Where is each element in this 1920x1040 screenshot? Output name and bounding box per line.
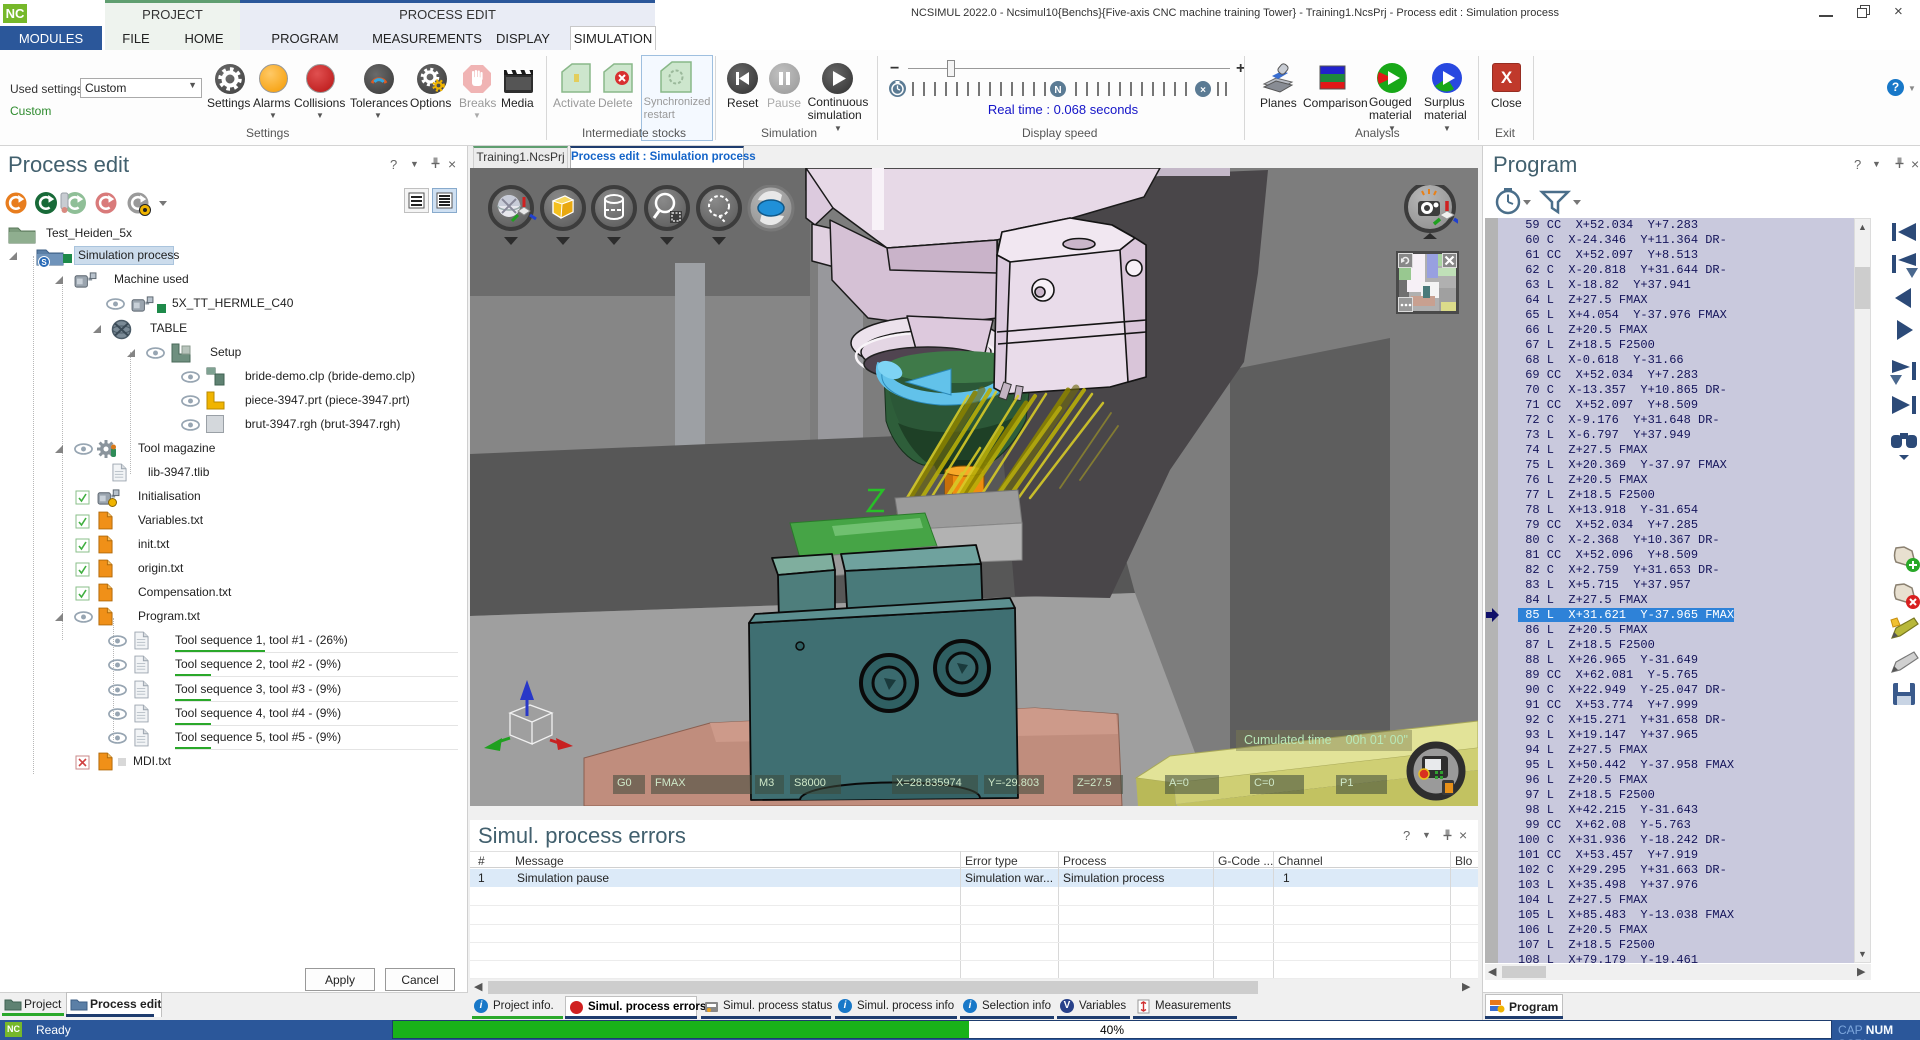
svg-text:N: N [1054,85,1061,96]
svg-text:S: S [41,258,47,267]
svg-text:×: × [1200,85,1206,96]
